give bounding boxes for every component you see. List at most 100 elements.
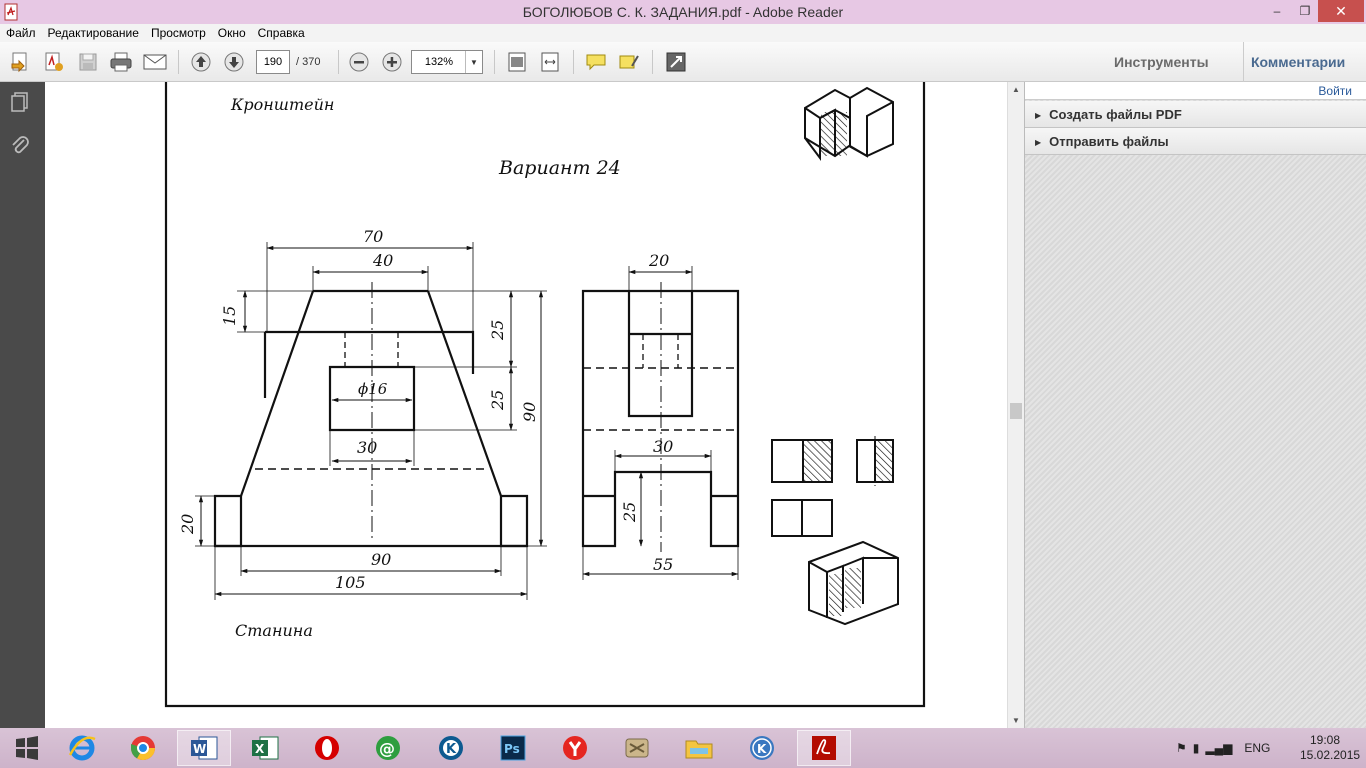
comments-button[interactable]: Комментарии [1243, 42, 1345, 82]
dim-20: 20 [178, 514, 197, 535]
page-total: / 370 [296, 56, 321, 68]
triangle-right-icon: ▶ [1035, 138, 1042, 147]
language-indicator[interactable]: ENG [1244, 741, 1270, 755]
svg-text:K: K [446, 742, 457, 757]
icq-icon[interactable]: @ [361, 730, 415, 766]
battery-icon[interactable]: ▮ [1193, 741, 1200, 755]
panel-create-pdf-label: Создать файлы PDF [1049, 107, 1182, 122]
photoshop-icon[interactable]: Ps [486, 730, 540, 766]
side-view [581, 266, 740, 580]
excel-icon[interactable]: X [238, 730, 292, 766]
dim-105: 105 [335, 573, 366, 592]
next-page-icon[interactable] [221, 50, 247, 74]
variant-title: Вариант 24 [498, 157, 621, 179]
maximize-button[interactable]: ❐ [1292, 0, 1318, 22]
save-icon[interactable] [75, 50, 101, 74]
archive-icon[interactable] [610, 730, 664, 766]
network-icon[interactable]: ▂▄▆ [1205, 741, 1232, 755]
zoom-select[interactable]: 132% ▼ [411, 50, 483, 74]
menu-file[interactable]: Файл [0, 24, 42, 42]
comment-icon[interactable] [583, 50, 609, 74]
navigation-pane [0, 82, 45, 728]
scroll-up-icon[interactable]: ▲ [1012, 85, 1020, 94]
opera-icon[interactable] [300, 730, 354, 766]
fullscreen-icon[interactable] [663, 50, 689, 74]
tools-button[interactable]: Инструменты [1114, 42, 1209, 82]
label-stanina: Станина [235, 621, 313, 640]
clock[interactable]: 19:08 15.02.2015 [1300, 733, 1361, 763]
create-pdf-icon[interactable] [41, 50, 67, 74]
kaspersky-icon[interactable]: K [424, 730, 478, 766]
previous-page-icon[interactable] [188, 50, 214, 74]
panel-create-pdf[interactable]: ▶ Создать файлы PDF [1025, 101, 1366, 128]
vertical-scrollbar[interactable]: ▲ ▼ [1007, 82, 1024, 728]
dim-25b: 25 [488, 390, 507, 411]
dim-phi16: ϕ16 [358, 380, 388, 398]
svg-text:X: X [255, 742, 265, 756]
window-title: БОГОЛЮБОВ С. К. ЗАДАНИЯ.pdf - Adobe Read… [522, 4, 844, 20]
menu-bar: Файл Редактирование Просмотр Окно Справк… [0, 24, 1366, 42]
ie-icon[interactable] [55, 730, 109, 766]
document-view[interactable]: Кронштейн Вариант 24 Станина 70 40 15 25… [45, 82, 1007, 728]
print-icon[interactable] [107, 50, 135, 74]
minimize-button[interactable]: – [1262, 0, 1292, 22]
attachments-icon[interactable] [8, 134, 32, 158]
label-kronshtein: Кронштейн [230, 95, 334, 114]
scroll-thumb[interactable] [1010, 403, 1022, 419]
menu-help[interactable]: Справка [252, 24, 311, 42]
zoom-out-icon[interactable] [346, 50, 372, 74]
chrome-icon[interactable] [116, 730, 170, 766]
page-thumbnails-icon[interactable] [8, 90, 32, 114]
dim-30: 30 [357, 438, 377, 457]
dim-15: 15 [220, 306, 239, 326]
system-tray: ⚑ ▮ ▂▄▆ ENG [1176, 728, 1270, 768]
panel-send-files-label: Отправить файлы [1049, 134, 1169, 149]
right-panel: Войти ▶ Создать файлы PDF ▶ Отправить файл… [1024, 82, 1366, 728]
page-number-input[interactable]: 190 [256, 50, 290, 74]
k-app-icon[interactable]: K [735, 730, 789, 766]
panel-send-files[interactable]: ▶ Отправить файлы [1025, 128, 1366, 155]
highlight-icon[interactable] [616, 50, 642, 74]
fit-width-icon[interactable] [537, 50, 563, 74]
yandex-icon[interactable] [548, 730, 602, 766]
side-dim-25: 25 [620, 502, 639, 523]
side-dim-20: 20 [648, 251, 669, 270]
explorer-icon[interactable] [672, 730, 726, 766]
chevron-down-icon[interactable]: ▼ [465, 51, 482, 73]
start-button[interactable] [0, 730, 54, 766]
dim-70: 70 [363, 227, 383, 246]
menu-edit[interactable]: Редактирование [42, 24, 145, 42]
taskbar: W X @ K Ps K ⚑ ▮ ▂▄▆ ENG 19:08 15.02.201… [0, 728, 1366, 768]
close-button[interactable]: ✕ [1318, 0, 1364, 22]
dim-90-vertical: 90 [520, 402, 539, 422]
section-views [771, 436, 894, 537]
triangle-right-icon: ▶ [1035, 111, 1042, 120]
word-icon[interactable]: W [177, 730, 231, 766]
zoom-in-icon[interactable] [379, 50, 405, 74]
clock-date: 15.02.2015 [1300, 748, 1361, 762]
title-bar: БОГОЛЮБОВ С. К. ЗАДАНИЯ.pdf - Adobe Read… [0, 0, 1366, 24]
dim-25a: 25 [488, 320, 507, 341]
svg-text:@: @ [379, 739, 395, 758]
login-bar: Войти [1025, 82, 1366, 100]
email-icon[interactable] [141, 50, 169, 74]
isometric-bottom [808, 540, 899, 626]
svg-text:K: K [757, 742, 767, 756]
side-dim-55: 55 [653, 555, 673, 574]
isometric-top [804, 86, 894, 161]
scroll-down-icon[interactable]: ▼ [1012, 716, 1020, 725]
open-icon[interactable] [8, 50, 34, 74]
menu-view[interactable]: Просмотр [145, 24, 212, 42]
front-view [195, 242, 547, 600]
adobe-reader-icon[interactable] [797, 730, 851, 766]
menu-window[interactable]: Окно [212, 24, 252, 42]
svg-text:Ps: Ps [504, 742, 520, 756]
dim-90: 90 [371, 550, 391, 569]
clock-time: 19:08 [1309, 733, 1341, 747]
dim-40: 40 [372, 251, 393, 270]
zoom-value: 132% [424, 56, 454, 68]
fit-page-icon[interactable] [504, 50, 530, 74]
flag-icon[interactable]: ⚑ [1176, 741, 1187, 755]
svg-text:W: W [193, 742, 206, 756]
login-link[interactable]: Войти [1318, 84, 1352, 98]
